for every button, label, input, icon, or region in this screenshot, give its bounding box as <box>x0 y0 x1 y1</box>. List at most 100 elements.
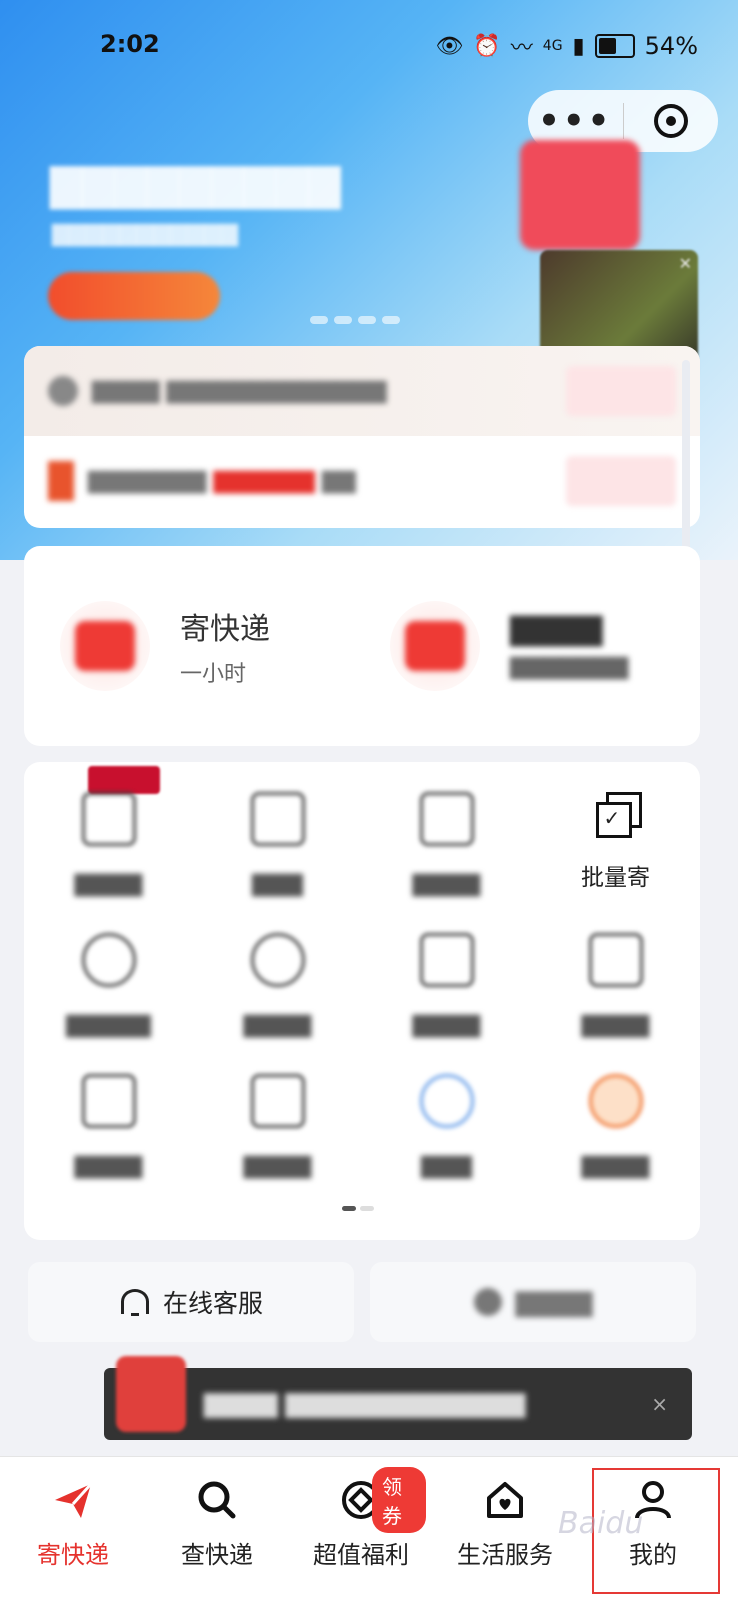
online-service-button[interactable]: 在线客服 <box>28 1262 354 1342</box>
grid-label-blurred: ▇▇▇▇ <box>243 1013 312 1038</box>
watermark: Baidu <box>558 1506 644 1541</box>
grid-item[interactable]: ▇▇▇▇ <box>24 792 193 897</box>
batch-send-label: 批量寄 <box>581 865 650 891</box>
service-icon <box>81 1074 136 1128</box>
grid-page-indicator <box>342 1206 374 1211</box>
tab-label: 查快递 <box>181 1541 253 1569</box>
service-icon <box>250 792 305 846</box>
tab-label: 寄快递 <box>37 1541 109 1569</box>
service-grid-card: ▇▇▇▇ ▇▇▇ ▇▇▇▇ ✓ 批量寄 ▇▇▇▇▇ ▇▇▇▇ ▇▇▇▇ ▇▇▇▇… <box>24 762 700 1240</box>
service-icon <box>419 792 474 846</box>
secondary-card-button[interactable]: ▇▇▇▇ <box>370 1262 696 1342</box>
tab-label: 生活服务 <box>457 1541 553 1569</box>
grid-item[interactable]: ▇▇▇▇ <box>24 1074 193 1179</box>
service-icon <box>419 933 474 987</box>
search-icon <box>194 1477 240 1523</box>
banner-gift-image <box>520 140 640 250</box>
grid-item[interactable]: ▇▇▇▇ <box>362 933 531 1038</box>
notice-text-blurred: ▇▇▇▇▇▇▇ ▇▇▇▇▇▇ ▇▇ <box>88 468 356 494</box>
notice-row[interactable]: ▇▇▇▇ ▇▇▇▇▇▇▇▇▇▇▇▇▇ <box>24 346 700 436</box>
grid-item[interactable]: ▇▇▇▇ <box>193 933 362 1038</box>
grid-label-blurred: ▇▇▇▇▇ <box>66 1013 151 1038</box>
notice-action-button[interactable] <box>566 456 676 506</box>
battery-icon <box>594 34 635 58</box>
promo-text-blurred: ▇▇▇▇ ▇▇▇▇▇▇▇▇▇▇▇▇▇ <box>204 1390 526 1418</box>
network-type: 4G <box>542 38 563 54</box>
send-express-sub: 一小时 <box>180 662 247 687</box>
service-icon <box>250 933 305 987</box>
grid-item[interactable]: ▇▇▇▇ <box>531 1074 700 1179</box>
grid-item[interactable]: ▇▇▇▇ <box>531 933 700 1038</box>
wifi-icon: 〰 <box>510 36 533 61</box>
hot-tag-badge <box>88 766 160 794</box>
secondary-card-label-blurred: ▇▇▇▇ <box>515 1287 593 1317</box>
banner-subtitle-blurred: ▇▇▇▇▇▇▇▇▇▇▇ <box>52 222 239 247</box>
coupon-badge: 领券 <box>372 1467 426 1533</box>
notice-icon <box>48 461 74 501</box>
banner-button[interactable] <box>48 272 220 320</box>
grid-label-blurred: ▇▇▇▇ <box>412 872 481 897</box>
tab-track-express[interactable]: 查快递 <box>152 1457 282 1601</box>
notice-text-blurred: ▇▇▇▇ ▇▇▇▇▇▇▇▇▇▇▇▇▇ <box>92 378 387 404</box>
service-icon <box>588 933 643 987</box>
batch-send-button[interactable]: ✓ 批量寄 <box>531 792 700 897</box>
service-icon <box>419 1074 474 1128</box>
service-icon <box>588 1074 643 1128</box>
close-icon[interactable]: ✕ <box>679 254 692 273</box>
second-service-icon <box>390 601 480 691</box>
battery-level <box>598 38 616 54</box>
grid-label-blurred: ▇▇▇▇ <box>581 1013 650 1038</box>
status-bar: 2:02 👁 ⏰ 〰 4G ▮ 54% <box>0 0 738 90</box>
floating-promo-banner[interactable]: ▇▇▇▇ ▇▇▇▇▇▇▇▇▇▇▇▇▇ × <box>104 1368 692 1440</box>
grid-item[interactable]: ▇▇▇▇ <box>193 1074 362 1179</box>
close-icon[interactable]: × <box>651 1392 668 1416</box>
service-grid: ▇▇▇▇ ▇▇▇ ▇▇▇▇ ✓ 批量寄 ▇▇▇▇▇ ▇▇▇▇ ▇▇▇▇ ▇▇▇▇… <box>24 792 700 1179</box>
secondary-card-icon <box>473 1288 502 1316</box>
notice-icon <box>48 376 78 406</box>
service-icon <box>250 1074 305 1128</box>
grid-label-blurred: ▇▇▇ <box>421 1154 472 1179</box>
send-express-icon <box>60 601 150 691</box>
house-heart-icon <box>482 1477 528 1523</box>
grid-label-blurred: ▇▇▇▇ <box>581 1154 650 1179</box>
grid-item[interactable]: ▇▇▇ <box>362 1074 531 1179</box>
tab-life-services[interactable]: 生活服务 <box>440 1457 570 1601</box>
notice-row[interactable]: ▇▇▇▇▇▇▇ ▇▇▇▇▇▇ ▇▇ <box>24 436 700 526</box>
send-express-button[interactable]: 寄快递 一小时 <box>60 601 270 691</box>
grid-label-blurred: ▇▇▇▇ <box>243 1154 312 1179</box>
alarm-icon: ⏰ <box>473 33 501 59</box>
service-icon <box>81 933 136 987</box>
tab-send-express[interactable]: 寄快递 <box>8 1457 138 1601</box>
grid-label-blurred: ▇▇▇ <box>252 872 303 897</box>
gift-box-image <box>116 1356 186 1432</box>
more-icon[interactable]: ••• <box>528 104 623 138</box>
eye-icon: 👁 <box>435 33 464 59</box>
target-icon <box>653 104 688 138</box>
grid-label-blurred: ▇▇▇▇ <box>74 872 143 897</box>
second-service-button[interactable]: ▇▇▇▇ ▇▇▇▇▇▇▇ <box>390 601 628 691</box>
grid-item[interactable]: ▇▇▇▇▇ <box>24 933 193 1038</box>
tab-benefits[interactable]: 超值福利 领券 <box>296 1457 426 1601</box>
battery-percent: 54% <box>644 32 698 60</box>
notice-action-button[interactable] <box>566 366 676 416</box>
close-miniprogram-button[interactable] <box>624 104 719 138</box>
grid-label-blurred: ▇▇▇▇ <box>412 1013 481 1038</box>
main-service-card: 寄快递 一小时 ▇▇▇▇ ▇▇▇▇▇▇▇ <box>24 546 700 746</box>
second-service-label-blurred: ▇▇▇▇ <box>510 612 603 647</box>
paper-plane-icon <box>50 1477 96 1523</box>
online-service-label: 在线客服 <box>162 1289 263 1318</box>
banner-indicator <box>310 316 400 324</box>
status-time: 2:02 <box>100 30 160 58</box>
status-icons: 👁 ⏰ 〰 4G ▮ 54% <box>435 30 698 62</box>
grid-label-blurred: ▇▇▇▇ <box>74 1154 143 1179</box>
second-service-sub-blurred: ▇▇▇▇▇▇▇ <box>510 655 629 680</box>
batch-send-icon: ✓ <box>595 792 642 838</box>
headset-icon <box>119 1287 149 1317</box>
service-icon <box>81 792 136 846</box>
grid-item[interactable]: ▇▇▇ <box>193 792 362 897</box>
signal-icon: ▮ <box>572 33 585 59</box>
send-express-label: 寄快递 <box>180 612 270 647</box>
grid-item[interactable]: ▇▇▇▇ <box>362 792 531 897</box>
notice-card: ▇▇▇▇ ▇▇▇▇▇▇▇▇▇▇▇▇▇ ▇▇▇▇▇▇▇ ▇▇▇▇▇▇ ▇▇ <box>24 346 700 528</box>
banner-title-blurred: ▇▇▇▇▇▇▇▇▇ <box>50 160 341 209</box>
